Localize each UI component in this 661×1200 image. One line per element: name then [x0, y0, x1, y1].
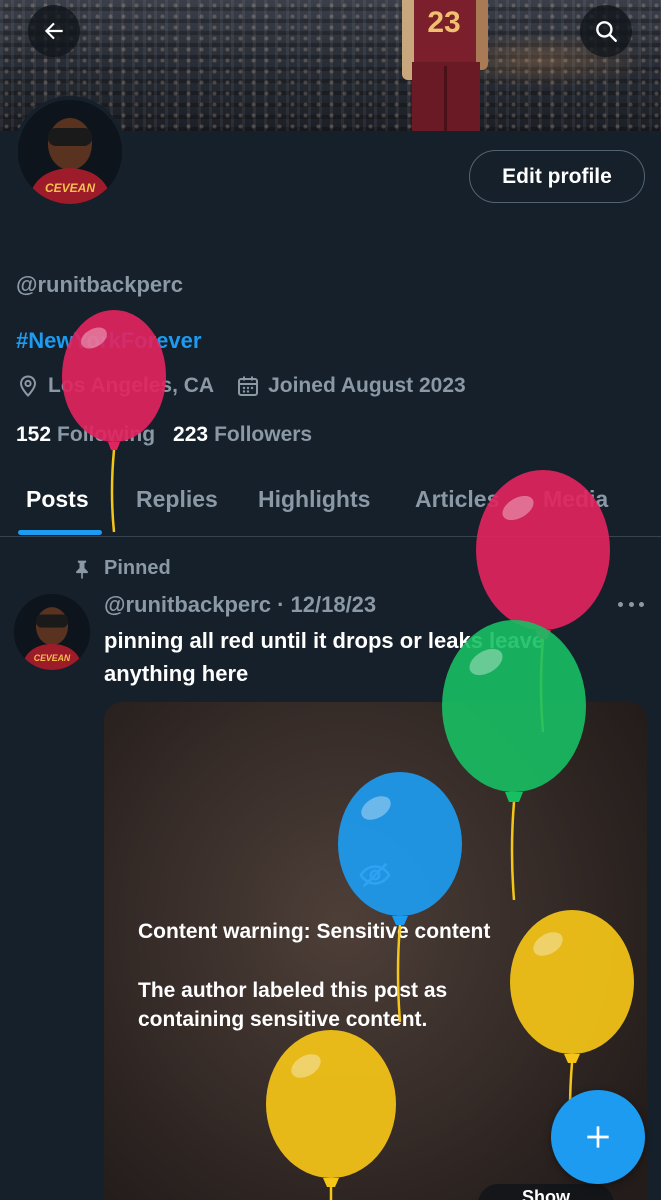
more-dot [639, 601, 644, 607]
profile-avatar[interactable]: CEVEAN [14, 96, 126, 208]
pin-icon [76, 560, 88, 579]
post-date[interactable]: 12/18/23 [291, 592, 377, 617]
avatar-jersey-text: CEVEAN [45, 181, 95, 195]
post-text: pinning all red until it drops or leaks … [104, 628, 545, 686]
calendar-icon [238, 376, 259, 396]
profile-meta: Los Angeles, CA Joined August 2023 [16, 374, 488, 398]
location-text: Los Angeles, CA [48, 374, 215, 397]
content-warning-title: Content warning: Sensitive content [138, 920, 491, 943]
followers-count: 223 [173, 423, 209, 446]
joined-text: Joined August 2023 [268, 374, 466, 397]
profile-handle: @runitbackperc [16, 272, 183, 297]
tab-media[interactable]: Media [543, 486, 608, 513]
arrow-left-icon [44, 22, 63, 40]
show-content-button[interactable]: Show [478, 1184, 614, 1200]
joined-item: Joined August 2023 [236, 374, 466, 398]
more-dot [628, 601, 634, 607]
follow-stats: 152 Following 223 Followers [16, 423, 330, 447]
plus-icon [587, 1126, 609, 1148]
post-author-avatar[interactable]: CEVEAN [14, 594, 90, 670]
following-link[interactable]: 152 Following [16, 423, 155, 447]
pinned-text: Pinned [104, 557, 171, 579]
post-avatar-jersey-text: CEVEAN [34, 653, 71, 663]
post-author-handle[interactable]: @runitbackperc [104, 592, 271, 617]
post-separator: · [270, 592, 291, 617]
pinned-label-row: Pinned [72, 557, 171, 580]
followers-link[interactable]: 223 Followers [173, 423, 312, 447]
location-pin-icon [19, 375, 37, 397]
post-more-button[interactable] [618, 592, 644, 616]
compose-fab[interactable] [551, 1090, 645, 1184]
post-header: @runitbackperc · 12/18/23 [104, 592, 376, 618]
following-label: Following [57, 423, 156, 446]
search-icon [596, 21, 617, 42]
bio-hashtag-link[interactable]: #NewYorkForever [16, 328, 201, 354]
banner-player: 23 [402, 0, 488, 131]
eye-off-icon [359, 862, 391, 888]
location-item: Los Angeles, CA [16, 374, 214, 398]
avatar-image: CEVEAN [18, 100, 122, 204]
active-tab-indicator [18, 530, 102, 535]
tab-replies[interactable]: Replies [136, 486, 218, 513]
back-button[interactable] [28, 5, 80, 57]
edit-profile-button[interactable]: Edit profile [469, 150, 645, 203]
tab-articles[interactable]: Articles [415, 486, 499, 513]
banner-jersey-number: 23 [427, 6, 460, 39]
content-warning-text: The author labeled this post as containi… [138, 979, 448, 1031]
post-avatar-image: CEVEAN [14, 594, 90, 670]
profile-tabs: Posts Replies Highlights Articles Media [0, 470, 661, 537]
search-button[interactable] [580, 5, 632, 57]
tab-posts[interactable]: Posts [26, 486, 89, 513]
tab-highlights[interactable]: Highlights [258, 486, 370, 513]
more-dot [618, 601, 623, 607]
followers-label: Followers [214, 423, 313, 446]
following-count: 152 [16, 423, 52, 446]
